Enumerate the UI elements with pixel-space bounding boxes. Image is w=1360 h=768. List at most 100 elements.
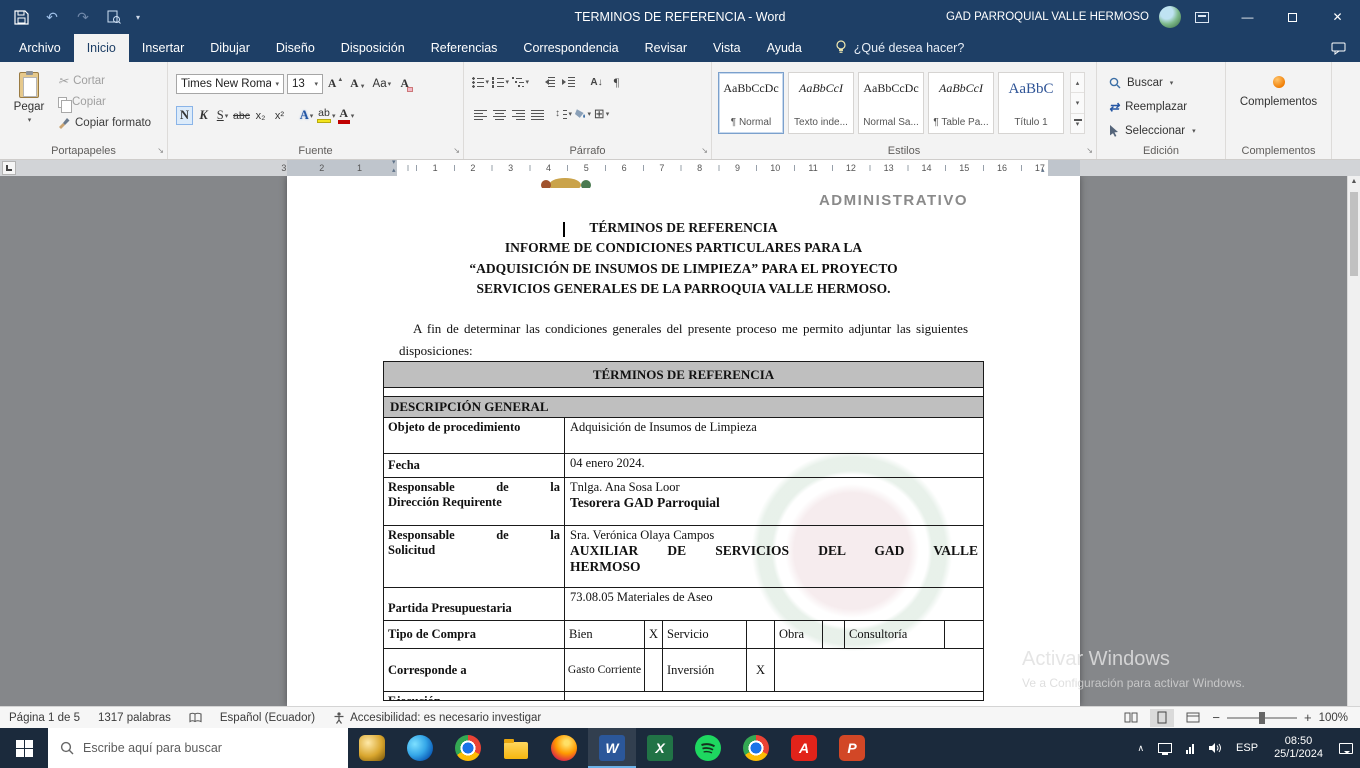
styles-more-icon[interactable]: ▾ <box>1071 114 1084 133</box>
spotify-taskbar-button[interactable] <box>684 728 732 768</box>
minimize-button[interactable]: — <box>1225 0 1270 34</box>
edge-taskbar-button[interactable] <box>396 728 444 768</box>
italic-button[interactable]: K <box>195 106 212 125</box>
account-avatar[interactable] <box>1159 6 1181 28</box>
hanging-indent-marker[interactable]: ▴ <box>392 168 396 173</box>
clipboard-dialog-launcher-icon[interactable]: ↘ <box>157 147 164 155</box>
borders-button[interactable]: ⊞▾ <box>593 106 610 122</box>
scroll-up-icon[interactable]: ▲ <box>1348 178 1360 185</box>
hidden-icons-chevron-icon[interactable]: ∧ <box>1130 728 1151 768</box>
ribbon-tab[interactable]: Archivo <box>6 34 74 62</box>
ribbon-tab[interactable]: Disposición <box>328 34 418 62</box>
grow-font-button[interactable]: A▲ <box>326 75 345 94</box>
ribbon-tab[interactable]: Dibujar <box>197 34 263 62</box>
taskbar-clock[interactable]: 08:50 25/1/2024 <box>1265 728 1332 768</box>
vertical-scrollbar[interactable]: ▲ <box>1347 176 1360 706</box>
browser2-taskbar-button[interactable] <box>732 728 780 768</box>
redo-icon[interactable]: ↷ <box>74 8 92 26</box>
paste-button[interactable]: Pegar ▾ <box>5 70 53 144</box>
sort-button[interactable]: A↓ <box>588 74 605 90</box>
powerpoint-taskbar-button[interactable]: P <box>828 728 876 768</box>
ribbon-tab[interactable]: Insertar <box>129 34 197 62</box>
pinned-app-icon[interactable] <box>348 728 396 768</box>
increase-indent-button[interactable] <box>560 74 577 90</box>
word-taskbar-button[interactable]: W <box>588 728 636 768</box>
volume-tray-icon[interactable] <box>1201 728 1229 768</box>
undo-icon[interactable]: ↶ <box>43 8 61 26</box>
paragraph-dialog-launcher-icon[interactable]: ↘ <box>701 147 708 155</box>
font-dialog-launcher-icon[interactable]: ↘ <box>453 147 460 155</box>
right-indent-marker[interactable]: ▴ <box>1041 168 1045 173</box>
style-card[interactable]: AaBbCcDc ¶ Normal <box>718 72 784 134</box>
text-effects-button[interactable]: A▾ <box>298 106 315 125</box>
save-icon[interactable] <box>12 8 30 26</box>
feedback-icon[interactable] <box>1331 34 1346 62</box>
taskbar-search-box[interactable]: Escribe aquí para buscar <box>48 728 348 768</box>
preview-tool-icon[interactable] <box>105 8 123 26</box>
style-card[interactable]: AaBbCcDc Normal Sa... <box>858 72 924 134</box>
accessibility-status[interactable]: Accesibilidad: es necesario investigar <box>324 707 550 728</box>
style-card[interactable]: AaBbCcI Texto inde... <box>788 72 854 134</box>
web-layout-button[interactable] <box>1181 709 1205 727</box>
subscript-button[interactable]: x₂ <box>252 106 269 125</box>
zoom-in-button[interactable]: + <box>1304 710 1312 725</box>
account-name[interactable]: GAD PARROQUIAL VALLE HERMOSO <box>946 11 1149 23</box>
underline-button[interactable]: S▾ <box>214 106 231 125</box>
word-count[interactable]: 1317 palabras <box>89 707 180 728</box>
find-button[interactable]: Buscar▾ <box>1109 72 1196 93</box>
format-painter-button[interactable]: Copiar formato <box>58 114 151 132</box>
action-center-icon[interactable] <box>1332 728 1360 768</box>
ribbon-tab[interactable]: Revisar <box>632 34 700 62</box>
decrease-indent-button[interactable] <box>540 74 557 90</box>
language-status[interactable]: Español (Ecuador) <box>211 707 324 728</box>
style-card[interactable]: AaBbCcI ¶ Table Pa... <box>928 72 994 134</box>
ribbon-tab[interactable]: Inicio <box>74 34 129 62</box>
firefox-taskbar-button[interactable] <box>540 728 588 768</box>
align-right-button[interactable] <box>510 106 527 122</box>
file-explorer-taskbar-button[interactable] <box>492 728 540 768</box>
ribbon-tab[interactable]: Ayuda <box>754 34 815 62</box>
style-card[interactable]: AaBbC Título 1 <box>998 72 1064 134</box>
justify-button[interactable] <box>529 106 546 122</box>
multilevel-list-button[interactable]: ▾ <box>512 74 529 90</box>
qat-customize-icon[interactable]: ▾ <box>136 13 140 22</box>
proofing-icon[interactable] <box>180 707 211 728</box>
language-indicator[interactable]: ESP <box>1229 728 1265 768</box>
clear-formatting-button[interactable]: A <box>396 75 413 94</box>
ribbon-display-options-icon[interactable] <box>1195 12 1209 23</box>
strikethrough-button[interactable]: abc <box>233 106 250 125</box>
font-name-combo[interactable]: Times New Roma▾ <box>176 74 284 94</box>
ribbon-tab[interactable]: Vista <box>700 34 754 62</box>
select-button[interactable]: Seleccionar▾ <box>1109 120 1196 141</box>
read-mode-button[interactable] <box>1119 709 1143 727</box>
zoom-slider[interactable] <box>1227 717 1297 719</box>
scrollbar-thumb[interactable] <box>1350 192 1358 276</box>
addins-button[interactable]: Complementos <box>1226 76 1331 108</box>
superscript-button[interactable]: x² <box>271 106 288 125</box>
print-layout-button[interactable] <box>1150 709 1174 727</box>
page-count[interactable]: Página 1 de 5 <box>0 707 89 728</box>
line-spacing-button[interactable]: ▾ <box>555 106 572 122</box>
close-button[interactable]: ✕ <box>1315 0 1360 34</box>
network-tray-icon[interactable] <box>1179 728 1201 768</box>
cut-button[interactable]: ✂Cortar <box>58 72 151 90</box>
align-center-button[interactable] <box>491 106 508 122</box>
zoom-out-button[interactable]: − <box>1212 710 1220 725</box>
styles-dialog-launcher-icon[interactable]: ↘ <box>1086 147 1093 155</box>
ribbon-tab[interactable]: Correspondencia <box>510 34 631 62</box>
replace-button[interactable]: ⇄ Reemplazar <box>1109 96 1196 117</box>
copy-button[interactable]: Copiar <box>58 93 151 111</box>
acrobat-taskbar-button[interactable]: A <box>780 728 828 768</box>
shrink-font-button[interactable]: A▼ <box>348 75 367 94</box>
styles-scroll-down-icon[interactable]: ▾ <box>1071 93 1084 113</box>
start-button[interactable] <box>0 728 48 768</box>
ribbon-tab[interactable]: Referencias <box>418 34 511 62</box>
styles-scroll-up-icon[interactable]: ▴ <box>1071 73 1084 93</box>
font-color-button[interactable]: A▾ <box>338 106 355 125</box>
chrome-taskbar-button[interactable] <box>444 728 492 768</box>
document-page[interactable]: ADMINISTRATIVO TÉRMINOS DE REFERENCIAINF… <box>287 176 1080 706</box>
excel-taskbar-button[interactable]: X <box>636 728 684 768</box>
bullets-button[interactable]: ▾ <box>472 74 489 90</box>
ribbon-tab[interactable]: Diseño <box>263 34 328 62</box>
tab-stop-selector[interactable] <box>2 161 16 175</box>
